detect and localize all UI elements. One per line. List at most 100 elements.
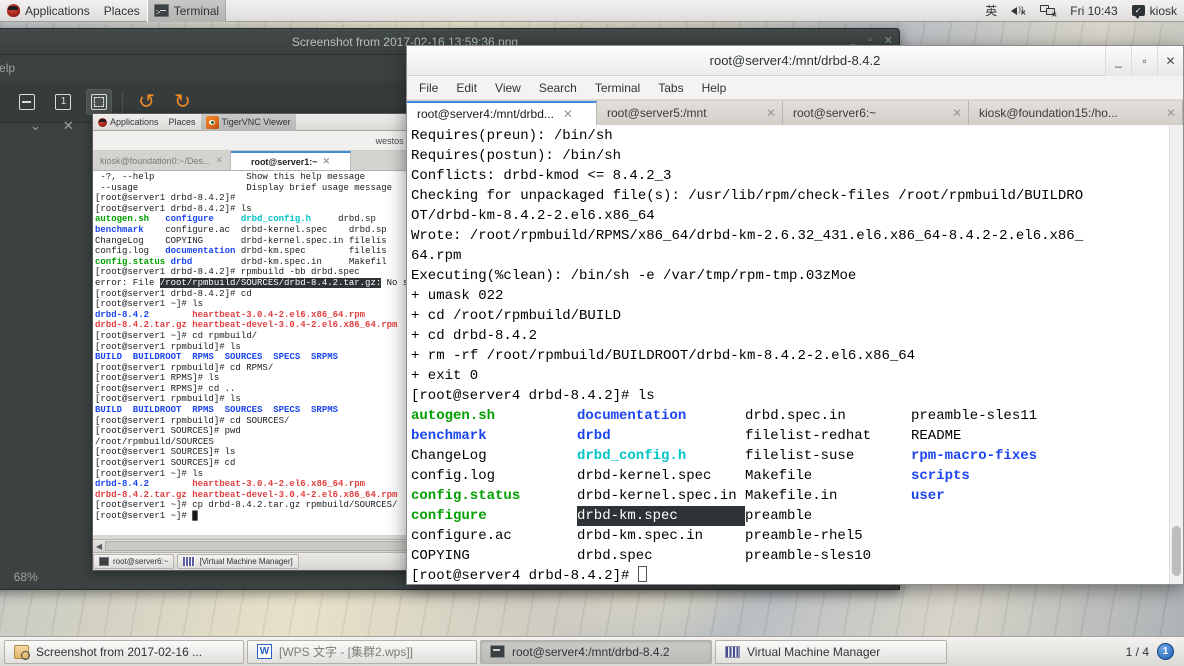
- vnc-tabbar[interactable]: kiosk@foundation0:~/Des... ✕ root@server…: [93, 151, 421, 171]
- terminal-title: root@server4:/mnt/drbd-8.4.2: [709, 53, 881, 68]
- close-button[interactable]: ✕: [1157, 46, 1183, 76]
- maximize-button[interactable]: ▫: [1131, 46, 1157, 76]
- taskbar-item-wps[interactable]: W [WPS 文字 - [集群2.wps]]: [247, 639, 477, 664]
- vnc-terminal-line: [root@server1 ~]# cd rpmbuild/: [95, 331, 421, 342]
- rotate-left-button[interactable]: ↺: [133, 89, 159, 115]
- vnc-remote-top-panel[interactable]: Applications Places TigerVNC Viewer: [93, 114, 421, 131]
- vnc-terminal-line: [root@server1 SOURCES]# ls: [95, 447, 421, 458]
- terminal-tab-foundation15[interactable]: kiosk@foundation15:/ho... ✕: [969, 101, 1183, 125]
- clock[interactable]: Fri 10:43: [1063, 0, 1124, 22]
- vnc-tab-kiosk[interactable]: kiosk@foundation0:~/Des... ✕: [93, 151, 231, 170]
- terminal-tabbar[interactable]: root@server4:/mnt/drbd... ✕ root@server5…: [407, 100, 1183, 125]
- terminal-line: 64.rpm: [411, 248, 462, 264]
- close-icon[interactable]: ✕: [1166, 106, 1176, 120]
- vnc-terminal-output[interactable]: -?, --help Show this help message --usag…: [93, 171, 421, 535]
- menu-help[interactable]: Help: [0, 61, 15, 75]
- close-icon[interactable]: ✕: [952, 106, 962, 120]
- vnc-terminal-segment: [root@server1 ~]# cp drbd-8.4.2.tar.gz r…: [95, 500, 398, 511]
- vnc-remote-taskbar[interactable]: root@server6:~ [Virtual Machine Manager]: [93, 552, 421, 570]
- selected-file: drbd-km.spec: [577, 506, 745, 526]
- terminal-icon: [153, 3, 169, 25]
- applications-menu[interactable]: Applications: [0, 0, 97, 22]
- vnc-terminal-segment: drbd-8.4.2.tar.gz heartbeat-devel-3.0.4-…: [95, 489, 398, 500]
- menu-view[interactable]: View: [495, 81, 521, 95]
- normal-size-button[interactable]: [50, 89, 76, 115]
- terminal-window[interactable]: root@server4:/mnt/drbd-8.4.2 _ ▫ ✕ File …: [406, 45, 1184, 585]
- vnc-terminal-segment: drbd-8.4.2.tar.gz heartbeat-devel-3.0.4-…: [95, 320, 398, 331]
- places-menu[interactable]: Places: [97, 0, 147, 22]
- terminal-prompt-line[interactable]: [root@server4 drbd-8.4.2]#: [411, 566, 1169, 584]
- terminal-tab-server4[interactable]: root@server4:/mnt/drbd... ✕: [407, 101, 597, 125]
- rotate-right-button[interactable]: ↻: [169, 89, 195, 115]
- terminal-body[interactable]: Requires(preun): /bin/sh Requires(postun)…: [407, 125, 1183, 584]
- vnc-terminal-segment: /root/rpmbuild/SOURCES: [95, 436, 214, 447]
- menu-help[interactable]: Help: [702, 81, 727, 95]
- menu-tabs[interactable]: Tabs: [658, 81, 683, 95]
- vnc-task-vmm[interactable]: [Virtual Machine Manager]: [177, 554, 299, 569]
- gnome-bottom-panel[interactable]: Screenshot from 2017-02-16 ... W [WPS 文字…: [0, 636, 1184, 666]
- vnc-applications-menu[interactable]: Applications: [93, 114, 164, 131]
- close-icon[interactable]: ✕: [766, 106, 776, 120]
- menu-edit[interactable]: Edit: [456, 81, 477, 95]
- vnc-terminal-line: config.log documentation drbd-km.spec fi…: [95, 246, 421, 257]
- terminal-titlebar[interactable]: root@server4:/mnt/drbd-8.4.2 _ ▫ ✕: [407, 46, 1183, 76]
- panel-close-icon[interactable]: ✕: [63, 118, 74, 134]
- file-entry: preamble-sles11: [911, 408, 1038, 424]
- user-menu[interactable]: ✓ kiosk: [1125, 0, 1184, 22]
- vnc-active-window-button[interactable]: TigerVNC Viewer: [200, 114, 296, 131]
- taskbar-label: Virtual Machine Manager: [747, 644, 881, 659]
- volume-button[interactable]: )) ✕: [1004, 0, 1033, 22]
- file-entry: configure.ac: [411, 528, 512, 544]
- zoom-in-button[interactable]: [0, 89, 4, 115]
- scrollbar-track[interactable]: [105, 541, 418, 551]
- close-icon[interactable]: ✕: [323, 156, 331, 167]
- terminal-output[interactable]: Requires(preun): /bin/sh Requires(postun)…: [407, 125, 1169, 584]
- normal-size-icon: [55, 93, 72, 110]
- menu-search[interactable]: Search: [539, 81, 577, 95]
- taskbar-item-vmm[interactable]: Virtual Machine Manager: [715, 639, 947, 664]
- terminal-tab-server6[interactable]: root@server6:~ ✕: [783, 101, 969, 125]
- scrollbar-thumb[interactable]: [1172, 526, 1181, 576]
- zoom-out-button[interactable]: [14, 89, 40, 115]
- chevron-down-icon[interactable]: ⌄: [30, 118, 41, 134]
- vnc-terminal-segment: [root@server1 drbd-8.4.2]# rpmbuild -bb …: [95, 267, 360, 278]
- network-button[interactable]: ✕: [1033, 0, 1063, 22]
- vnc-terminal-segment: error: File: [95, 277, 160, 288]
- input-method-indicator[interactable]: 英: [978, 2, 1004, 19]
- taskbar-item-terminal[interactable]: root@server4:/mnt/drbd-8.4.2: [480, 639, 712, 664]
- terminal-tab-server5[interactable]: root@server5:/mnt ✕: [597, 101, 783, 125]
- vnc-terminal-segment: drbd_config.h: [240, 214, 339, 225]
- menu-terminal[interactable]: Terminal: [595, 81, 640, 95]
- terminal-scrollbar[interactable]: [1169, 125, 1183, 584]
- workspace-switcher[interactable]: 1 / 4 1: [1126, 643, 1180, 660]
- vnc-viewer-window[interactable]: Applications Places TigerVNC Viewer west…: [92, 113, 422, 571]
- terminal-cursor: [637, 566, 647, 582]
- vnc-terminal-segment: ChangeLog COPYING drbd-kernel.spec.in fi…: [95, 235, 387, 246]
- gnome-top-panel[interactable]: Applications Places Terminal 英 ))✕ ✕ Fri…: [0, 0, 1184, 25]
- toolbar-divider-2: [122, 90, 124, 113]
- vnc-terminal-line: [root@server1 RPMS]# cd ..: [95, 384, 421, 395]
- close-icon[interactable]: ✕: [563, 107, 573, 121]
- window-button-terminal[interactable]: Terminal: [146, 0, 227, 25]
- terminal-menubar[interactable]: File Edit View Search Terminal Tabs Help: [407, 76, 1183, 100]
- file-entry: rpm-macro-fixes: [911, 448, 1038, 464]
- file-entry: drbd-kernel.spec: [577, 468, 712, 484]
- vnc-task-server6[interactable]: root@server6:~: [93, 554, 175, 569]
- vnc-terminal-line: drbd-8.4.2.tar.gz heartbeat-devel-3.0.4-…: [95, 320, 421, 331]
- close-icon[interactable]: ✕: [215, 155, 223, 166]
- scroll-left-icon[interactable]: ◀: [93, 542, 105, 551]
- vnc-terminal-segment: heartbeat-3.0.4-2.el6.x86_64.rpm: [192, 479, 366, 490]
- minimize-button[interactable]: _: [1105, 46, 1131, 76]
- terminal-window-buttons[interactable]: _ ▫ ✕: [1105, 46, 1183, 76]
- vnc-tab-server1[interactable]: root@server1:~ ✕: [231, 151, 351, 170]
- best-fit-button[interactable]: [86, 88, 113, 115]
- menu-file[interactable]: File: [419, 81, 438, 95]
- image-viewer-panel-controls[interactable]: ⌄ ✕: [30, 118, 74, 134]
- vnc-terminal-line: [root@server1 ~]# ls: [95, 469, 421, 480]
- panel-status-area[interactable]: 英 )) ✕ ✕ Fri 10:43 ✓ kiosk: [978, 0, 1184, 22]
- vnc-terminal-segment: BUILD BUILDROOT RPMS SOURCES SPECS SRPMS: [95, 352, 339, 363]
- taskbar-item-screenshot[interactable]: Screenshot from 2017-02-16 ...: [4, 639, 244, 664]
- workspace-badge[interactable]: 1: [1157, 643, 1174, 660]
- vnc-horizontal-scrollbar[interactable]: ◀: [93, 539, 421, 552]
- vnc-places-menu[interactable]: Places: [164, 114, 201, 131]
